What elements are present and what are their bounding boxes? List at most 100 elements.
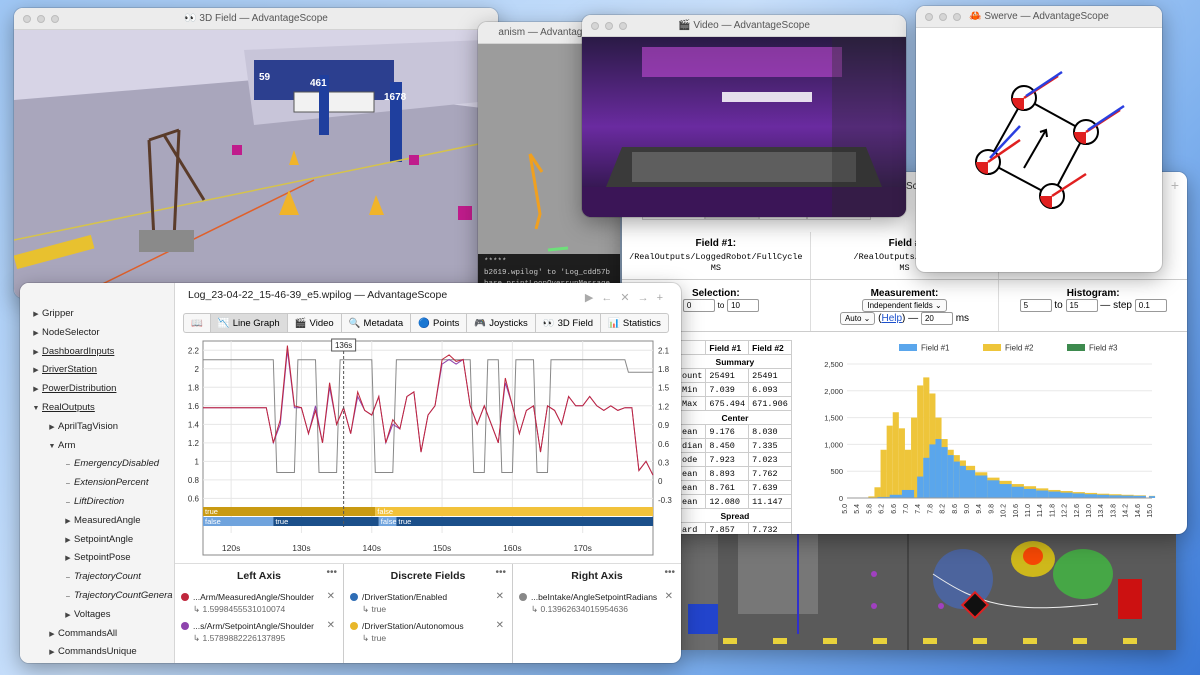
more-icon[interactable]: ••• [326,567,337,578]
field-1-selector[interactable]: Field #1: /RealOutputs/LoggedRobot/FullC… [622,232,811,279]
tree-item[interactable]: ▶ NodeSelector [20,324,174,343]
table-row: ean 12.080 11.147 [677,494,792,509]
field-color-swatch[interactable] [181,622,189,630]
remove-field-icon[interactable]: ✕ [496,591,504,602]
axis-field[interactable]: ...Arm/MeasuredAngle/Shoulder ✕ ↳ 1.599845… [181,591,337,615]
tree-item[interactable]: ▶ MeasuredAngle [20,512,174,531]
tree-item-label: PowerDistribution [42,383,117,395]
add-icon[interactable]: + [657,292,671,304]
tree-item[interactable]: ▼ RealOutputs [20,399,174,418]
field-value-text: true [371,604,387,614]
left-axis-panel[interactable]: Left Axis ••• ...Arm/MeasuredAngle/Shoulde… [175,564,344,663]
window-controls[interactable] [591,22,627,30]
tab-3d-field[interactable]: 👀 3D Field [534,313,601,333]
histogram-to-input[interactable]: 15 [1065,299,1098,312]
axis-field[interactable]: /DriverStation/Autonomous ✕ ↳ true [350,620,506,644]
field-color-swatch[interactable] [350,622,358,630]
remove-field-icon[interactable]: ✕ [665,591,673,602]
tree-item[interactable]: ▶ Voltages [20,606,174,625]
axis-field[interactable]: ...beIntake/AngleSetpointRadians ✕ ↳ 0.139… [519,591,675,615]
axis-field[interactable]: /DriverStation/Enabled ✕ ↳ true [350,591,506,615]
remove-field-icon[interactable]: ✕ [327,620,335,631]
field-color-swatch[interactable] [181,593,189,601]
selection-from-input[interactable]: 0 [682,299,715,312]
expand-arrow-icon[interactable]: ▶ [30,362,42,381]
selection-to-input[interactable]: 10 [727,299,760,312]
histogram-from-input[interactable]: 5 [1019,299,1052,312]
field-3d-view[interactable]: 59 461 1678 [14,30,498,298]
expand-arrow-icon[interactable]: ▶ [62,550,74,569]
table-cell: dian [677,438,707,453]
back-icon[interactable]: ← [601,292,620,304]
expand-arrow-icon[interactable]: ▶ [30,306,42,325]
close-tab-icon[interactable]: ✕ [620,292,637,304]
expand-arrow-icon[interactable]: ▼ [30,400,42,419]
tree-item[interactable]: ▶ CommandsAll [20,625,174,644]
expand-arrow-icon[interactable]: ▶ [46,626,58,645]
axis-field[interactable]: ...s/Arm/SetpointAngle/Shoulder ✕ ↳ 1.5789… [181,620,337,644]
x-tick-label: 11.8 [1049,504,1056,517]
more-icon[interactable]: ••• [664,567,675,578]
tab-joysticks[interactable]: 🎮 Joysticks [466,313,535,333]
table-cell: ean [677,480,707,495]
expand-arrow-icon[interactable]: ▶ [30,344,42,363]
tab-points[interactable]: 🔵 Points [410,313,467,333]
expand-arrow-icon[interactable]: ▶ [62,532,74,551]
expand-arrow-icon[interactable]: ▶ [30,381,42,400]
expand-arrow-icon[interactable]: ▶ [62,513,74,532]
swerve-diagram[interactable] [916,28,1162,272]
tab-video[interactable]: 🎬 Video [286,313,341,333]
tree-item[interactable]: – EmergencyDisabled [20,455,174,474]
table-cell: 25491 [705,368,750,383]
expand-arrow-icon[interactable]: ▶ [30,325,42,344]
tree-item[interactable]: – LiftDirection [20,493,174,512]
tree-item[interactable]: – TrajectoryCount [20,568,174,587]
expand-arrow-icon[interactable]: ▶ [46,419,58,438]
help-link[interactable]: Help [881,313,902,324]
field-color-swatch[interactable] [350,593,358,601]
window-controls[interactable] [925,13,961,21]
window-controls[interactable] [23,15,59,23]
tree-item[interactable]: ▶ CommandsUnique [20,643,174,662]
more-icon[interactable]: ••• [495,567,506,578]
video-frame[interactable] [582,37,906,217]
right-axis-panel[interactable]: Right Axis ••• ...beIntake/AngleSetpointRa… [513,564,681,663]
robot-label-2: 461 [310,78,327,89]
tree-item[interactable]: ▶ Gripper [20,305,174,324]
tree-item[interactable]: ▶ DriverStation [20,361,174,380]
tree-item[interactable]: ▼ Arm [20,437,174,456]
field-color-swatch[interactable] [519,593,527,601]
expand-arrow-icon[interactable]: ▼ [46,438,58,457]
tree-item[interactable]: ▶ AprilTagVision [20,418,174,437]
field-value-text: 1.5789882226137895 [202,633,286,643]
tab-docs[interactable]: 📖 [183,313,210,333]
line-graph[interactable]: 2.2 2 1.8 1.6 1.4 1.2 1 0.8 0.6 2.1 1.8 1.5 1.2 0.9 0.… [175,335,681,563]
remove-field-icon[interactable]: ✕ [496,620,504,631]
table-cell: 8.893 [705,466,750,481]
measurement-mode-select[interactable]: Independent fields ⌄ [862,299,947,312]
histogram-bar-field-1 [1036,490,1049,498]
auto-select[interactable]: Auto ⌄ [839,312,876,325]
tab-line-graph[interactable]: 📉 Line Graph [209,313,287,333]
odometry-field[interactable] [678,534,1176,650]
tree-item[interactable]: ▶ SetpointAngle [20,531,174,550]
table-cell: 7.023 [748,452,792,467]
tree-item[interactable]: ▶ SetpointPose [20,549,174,568]
expand-arrow-icon[interactable]: ▶ [62,607,74,626]
discrete-fields-panel[interactable]: Discrete Fields ••• /DriverStation/Enabled… [344,564,513,663]
play-icon[interactable]: ▶ [585,292,601,304]
tree-item[interactable]: ▶ DashboardInputs [20,343,174,362]
tab-metadata[interactable]: 🔍 Metadata [340,313,411,333]
add-tab-icon[interactable]: + [1171,174,1179,196]
tree-item[interactable]: – ExtensionPercent [20,474,174,493]
remove-field-icon[interactable]: ✕ [327,591,335,602]
tree-item[interactable]: ▶ PowerDistribution [20,380,174,399]
tab-statistics[interactable]: 📊 Statistics [600,313,669,333]
expand-arrow-icon[interactable]: ▶ [46,644,58,663]
window-input[interactable]: 20 [920,312,953,325]
tree-item[interactable]: – TrajectoryCountGenera [20,587,174,606]
forward-icon[interactable]: → [638,292,657,304]
panel-title: Right Axis [571,570,623,582]
step-input[interactable]: 0.1 [1134,299,1167,312]
window-swerve: 🦀 Swerve — AdvantageScope [916,6,1162,272]
